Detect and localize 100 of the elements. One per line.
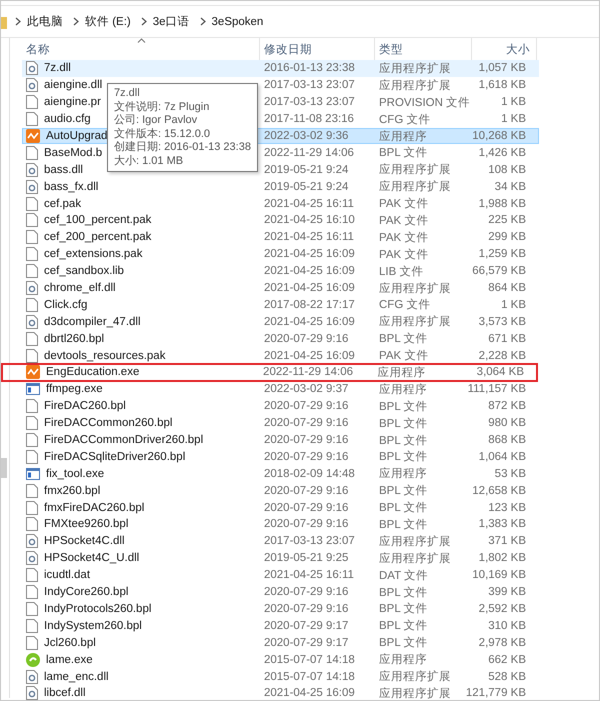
file-type: 应用程序扩展 bbox=[379, 534, 451, 549]
file-type: 应用程序 bbox=[379, 466, 427, 482]
file-size: 108 KB bbox=[488, 164, 526, 176]
gear-document-icon bbox=[26, 162, 38, 177]
modified-date: 2020-07-29 9:16 bbox=[264, 450, 348, 463]
modified-date: 2021-04-25 16:09 bbox=[264, 350, 355, 362]
modified-date: 2020-07-29 9:16 bbox=[264, 332, 348, 345]
file-name: Jcl260.bpl bbox=[44, 636, 96, 649]
file-type: BPL 文件 bbox=[379, 332, 428, 346]
file-name: AutoUpgrad bbox=[46, 130, 108, 142]
file-type: BPL 文件 bbox=[379, 636, 428, 650]
file-type: 应用程序扩展 bbox=[379, 669, 451, 684]
file-name: HPSocket4C.dll bbox=[44, 535, 125, 548]
modified-date: 2020-07-29 9:16 bbox=[264, 417, 348, 430]
modified-date: 2018-02-09 14:48 bbox=[264, 468, 355, 480]
file-size: 2,978 KB bbox=[478, 636, 526, 649]
file-size: 34 KB bbox=[494, 180, 526, 193]
file-name: fmx260.bpl bbox=[44, 484, 100, 497]
file-type: DAT 文件 bbox=[379, 568, 428, 583]
file-type: BPL 文件 bbox=[379, 416, 428, 431]
file-type: CFG 文件 bbox=[379, 112, 430, 127]
file-name: cef_200_percent.pak bbox=[44, 231, 152, 244]
file-name: libcef.dll bbox=[44, 687, 86, 700]
file-size: 371 KB bbox=[488, 535, 526, 548]
file-name: aiengine.dll bbox=[44, 79, 102, 92]
file-name: EngEducation.exe bbox=[46, 366, 140, 378]
breadcrumb-item[interactable]: 3e口语 bbox=[152, 14, 190, 29]
file-type: BPL 文件 bbox=[379, 484, 428, 498]
tooltip-line: 文件说明: 7z Plugin bbox=[114, 100, 210, 114]
gear-document-icon bbox=[26, 61, 38, 76]
modified-date: 2017-03-13 23:07 bbox=[264, 535, 355, 548]
file-size: 1 KB bbox=[501, 298, 526, 311]
document-icon bbox=[26, 112, 38, 126]
file-name: lame_enc.dll bbox=[44, 670, 109, 682]
modified-date: 2021-04-25 16:11 bbox=[264, 231, 354, 244]
file-size: 980 KB bbox=[488, 417, 526, 430]
modified-date: 2015-07-07 14:18 bbox=[264, 654, 355, 666]
file-name: d3dcompiler_47.dll bbox=[44, 316, 141, 328]
file-type: 应用程序扩展 bbox=[379, 78, 451, 93]
modified-date: 2017-03-13 23:07 bbox=[264, 96, 355, 108]
file-size: 864 KB bbox=[488, 282, 526, 294]
document-icon bbox=[26, 95, 38, 110]
modified-date: 2020-07-29 9:16 bbox=[264, 502, 348, 514]
modified-date: 2021-04-25 16:09 bbox=[264, 248, 355, 260]
file-size: 10,268 KB bbox=[472, 130, 526, 142]
file-size: 310 KB bbox=[488, 620, 526, 632]
modified-date: 2021-04-25 16:11 bbox=[264, 569, 354, 582]
modified-date: 2016-01-13 23:38 bbox=[264, 62, 355, 74]
file-type: 应用程序扩展 bbox=[379, 61, 451, 76]
modified-date: 2022-03-02 9:36 bbox=[264, 130, 348, 142]
file-type: BPL 文件 bbox=[379, 500, 428, 516]
address-bar[interactable]: 此电脑 软件 (E:) 3e口语 3eSpoken bbox=[1, 5, 599, 38]
file-name: fix_tool.exe bbox=[46, 468, 104, 480]
file-size: 3,573 KB bbox=[478, 316, 526, 328]
file-type: 应用程序 bbox=[378, 365, 426, 380]
breadcrumb-item[interactable]: 3eSpoken bbox=[212, 16, 264, 28]
file-name: cef_extensions.pak bbox=[44, 248, 142, 260]
file-type: 应用程序扩展 bbox=[379, 179, 451, 194]
file-size: 123 KB bbox=[488, 502, 526, 514]
file-size: 1,988 KB bbox=[478, 198, 526, 210]
file-type: CFG 文件 bbox=[379, 298, 430, 312]
gear-document-icon bbox=[26, 534, 38, 548]
file-type: PAK 文件 bbox=[379, 248, 428, 262]
file-size: 299 KB bbox=[488, 231, 526, 244]
document-icon bbox=[26, 230, 38, 244]
chevron-icon bbox=[15, 17, 21, 26]
file-type: 应用程序 bbox=[379, 382, 427, 397]
document-icon bbox=[26, 585, 38, 600]
modified-date: 2017-03-13 23:07 bbox=[264, 79, 355, 92]
window-icon bbox=[26, 383, 40, 396]
modified-date: 2022-11-29 14:06 bbox=[264, 146, 354, 159]
document-icon bbox=[26, 196, 38, 211]
file-size: 1 KB bbox=[501, 113, 526, 126]
file-row[interactable]: EngEducation.exe 2022-11-29 14:06 应用程序 3,064 KB bbox=[2, 364, 537, 381]
file-row[interactable]: 7z.dll 2016-01-13 23:38 应用程序扩展 1,057 KB bbox=[22, 60, 539, 77]
file-name: bass.dll bbox=[44, 164, 83, 176]
document-icon bbox=[26, 146, 38, 160]
file-name: IndyCore260.bpl bbox=[44, 586, 128, 598]
document-icon bbox=[26, 399, 38, 414]
file-name: FireDAC260.bpl bbox=[44, 400, 126, 412]
breadcrumb-item[interactable]: 软件 (E:) bbox=[85, 14, 131, 29]
file-size: 1,064 KB bbox=[478, 450, 526, 463]
file-name: IndySystem260.bpl bbox=[44, 620, 142, 632]
file-name: dbrtl260.bpl bbox=[44, 332, 104, 345]
file-size: 53 KB bbox=[494, 468, 526, 480]
document-icon bbox=[26, 332, 38, 346]
document-icon bbox=[26, 568, 38, 582]
file-type: PAK 文件 bbox=[379, 348, 428, 364]
file-size: 671 KB bbox=[488, 332, 526, 345]
modified-date: 2021-04-25 16:09 bbox=[264, 282, 355, 294]
file-size: 3,064 KB bbox=[476, 366, 524, 378]
modified-date: 2020-07-29 9:17 bbox=[264, 636, 348, 649]
file-size: 10,169 KB bbox=[472, 569, 526, 582]
modified-date: 2021-04-25 16:09 bbox=[264, 687, 355, 700]
document-icon bbox=[26, 433, 38, 448]
modified-date: 2022-03-02 9:37 bbox=[264, 383, 348, 396]
breadcrumb-item[interactable]: 此电脑 bbox=[27, 14, 63, 29]
gear-document-icon bbox=[26, 551, 38, 566]
file-type: PAK 文件 bbox=[379, 214, 428, 228]
app-icon bbox=[26, 365, 40, 380]
